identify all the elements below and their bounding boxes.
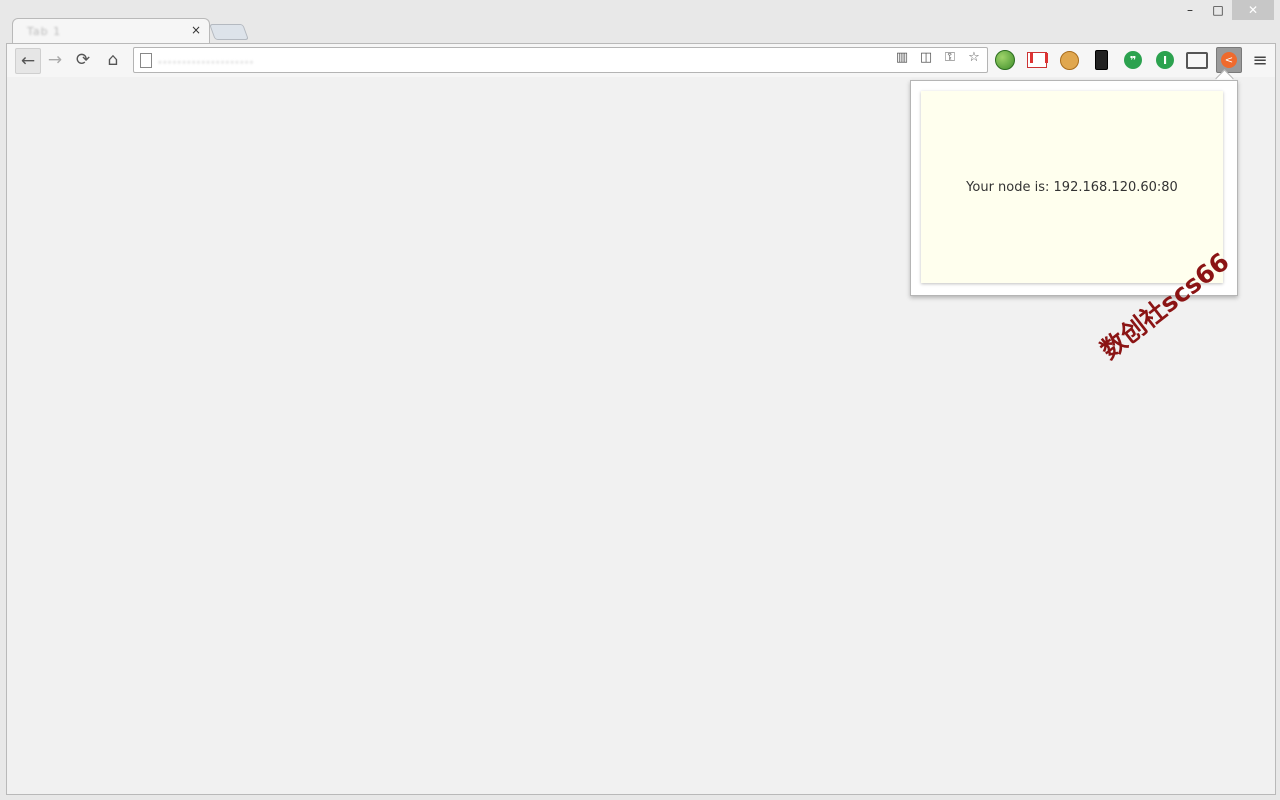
back-arrow-icon: ← bbox=[20, 51, 36, 71]
maximize-button[interactable]: □ bbox=[1204, 0, 1232, 20]
url-text[interactable]: .................... bbox=[158, 52, 254, 66]
home-icon: ⌂ bbox=[107, 50, 119, 70]
page-icon bbox=[140, 53, 152, 68]
browser-toolbar: ← → ⟳ ⌂ .................... ▥ ◫ ⚿ ☆ ❞ I… bbox=[6, 43, 1276, 77]
hamburger-menu-icon: ≡ bbox=[1252, 49, 1268, 71]
forward-button[interactable]: → bbox=[43, 48, 67, 72]
globe-extension[interactable] bbox=[989, 47, 1021, 73]
popup-panel: Your node is: 192.168.120.60:80 bbox=[921, 91, 1223, 283]
omnibox-icons: ▥ ◫ ⚿ ☆ bbox=[893, 50, 983, 65]
phone-extension[interactable] bbox=[1085, 47, 1117, 73]
cookie-extension[interactable] bbox=[1053, 47, 1085, 73]
window-titlebar: – □ ✕ Tab 1 × bbox=[0, 0, 1280, 45]
phone-icon bbox=[1094, 50, 1108, 70]
hangouts-icon: ❞ bbox=[1124, 51, 1142, 69]
home-button[interactable]: ⌂ bbox=[101, 48, 125, 72]
gmail-extension[interactable] bbox=[1021, 47, 1053, 73]
key-icon[interactable]: ⚿ bbox=[941, 50, 959, 65]
iis-icon[interactable]: ▥ bbox=[893, 50, 911, 65]
hangouts-extension[interactable]: ❞ bbox=[1117, 47, 1149, 73]
forward-arrow-icon: → bbox=[47, 50, 63, 70]
ibutton-extension[interactable]: I bbox=[1149, 47, 1181, 73]
close-window-button[interactable]: ✕ bbox=[1232, 0, 1274, 20]
tab-title: Tab 1 bbox=[27, 25, 62, 38]
share-icon: < bbox=[1221, 52, 1237, 68]
new-tab-button[interactable] bbox=[209, 24, 249, 40]
extensions-bar: ❞ I < bbox=[989, 47, 1245, 73]
share-extension-button[interactable]: < bbox=[1216, 47, 1242, 73]
cast-extension[interactable] bbox=[1181, 47, 1213, 73]
node-info-text: Your node is: 192.168.120.60:80 bbox=[966, 179, 1178, 195]
address-bar[interactable]: .................... ▥ ◫ ⚿ ☆ bbox=[133, 47, 988, 73]
ibutton-icon: I bbox=[1156, 51, 1174, 69]
star-icon[interactable]: ☆ bbox=[965, 50, 983, 65]
reader-icon[interactable]: ◫ bbox=[917, 50, 935, 65]
minimize-button[interactable]: – bbox=[1176, 0, 1204, 20]
cast-icon bbox=[1186, 51, 1208, 69]
reload-button[interactable]: ⟳ bbox=[71, 48, 95, 72]
reload-icon: ⟳ bbox=[75, 50, 91, 70]
tab-close-icon[interactable]: × bbox=[191, 23, 201, 37]
back-button[interactable]: ← bbox=[15, 48, 41, 74]
globe-icon bbox=[995, 50, 1015, 70]
browser-tab[interactable]: Tab 1 × bbox=[12, 18, 210, 45]
gmail-icon bbox=[1027, 52, 1048, 68]
menu-button[interactable]: ≡ bbox=[1247, 47, 1273, 73]
share-extension[interactable]: < bbox=[1213, 47, 1245, 73]
cookie-icon bbox=[1059, 50, 1079, 70]
